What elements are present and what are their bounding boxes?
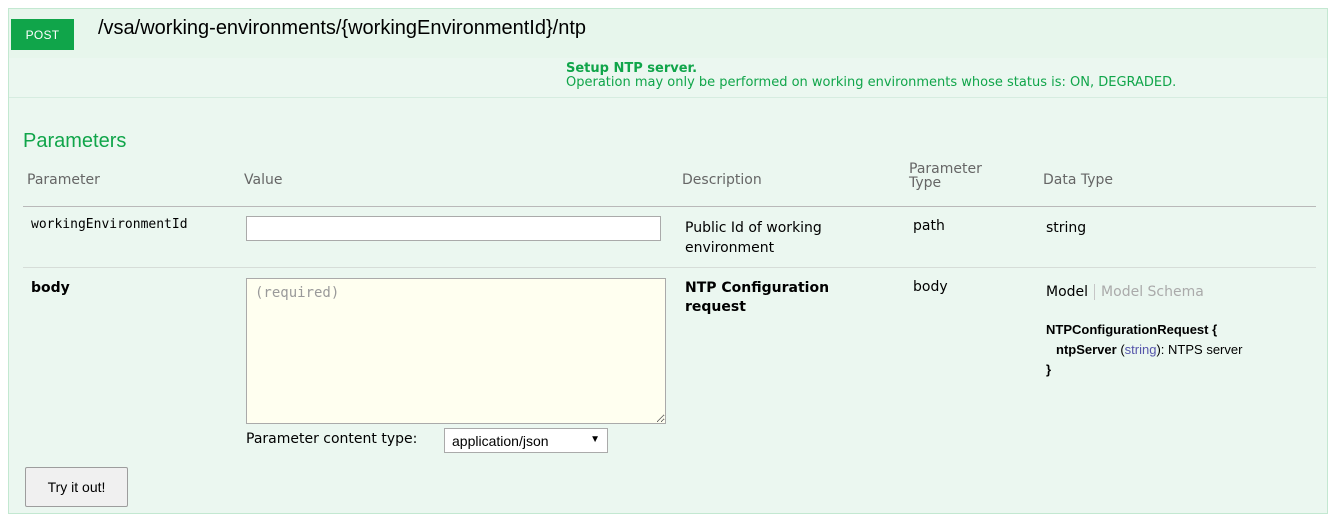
header-description: Description	[682, 172, 762, 188]
try-it-out-button[interactable]: Try it out!	[25, 467, 128, 507]
property-type-close: ):	[1156, 342, 1165, 357]
model-tabs: Model Model Schema	[1046, 284, 1204, 300]
header-data-type: Data Type	[1043, 172, 1114, 188]
body-description: NTP Configuration request	[685, 280, 830, 315]
model-signature: NTPConfigurationRequest { ntpServer (str…	[1046, 320, 1242, 380]
param-name-body: body	[31, 280, 70, 296]
header-parameter-type: Parameter Type	[909, 161, 982, 191]
header-value: Value	[244, 172, 283, 188]
parameters-heading: Parameters	[23, 130, 127, 152]
tab-model[interactable]: Model	[1046, 284, 1096, 300]
model-name: NTPConfigurationRequest	[1046, 322, 1209, 337]
param-data-type: string	[1046, 220, 1087, 236]
param-name-working-environment-id: workingEnvironmentId	[31, 217, 188, 232]
content-type-select[interactable]: application/json ▼	[444, 428, 608, 453]
model-property-name: ntpServer	[1056, 342, 1117, 357]
model-signature-head: NTPConfigurationRequest {	[1046, 320, 1242, 340]
body-textarea[interactable]	[246, 278, 666, 424]
model-close-brace: }	[1046, 362, 1052, 377]
content-type-value: application/json	[452, 432, 549, 449]
tab-model-schema[interactable]: Model Schema	[1095, 284, 1204, 300]
param-description: Public Id of working environment	[685, 220, 822, 256]
content-type-label: Parameter content type:	[246, 431, 418, 447]
header-parameter-type-text: Parameter Type	[909, 161, 982, 191]
summary-description: Operation may only be performed on worki…	[566, 75, 1177, 90]
header-parameter: Parameter	[27, 172, 100, 188]
operation-header[interactable]: POST /vsa/working-environments/{workingE…	[8, 8, 1328, 58]
model-property: ntpServer (string): NTPS server	[1046, 340, 1242, 360]
model-property-type: string	[1124, 342, 1157, 357]
body-param-type: body	[913, 279, 948, 295]
model-property-desc: NTPS server	[1168, 342, 1243, 357]
method-badge[interactable]: POST	[11, 19, 74, 50]
dropdown-arrow-icon: ▼	[590, 434, 600, 445]
operation-summary: Setup NTP server. Operation may only be …	[9, 58, 1327, 98]
param-type: path	[913, 218, 945, 234]
summary-title: Setup NTP server.	[566, 61, 698, 76]
header-divider	[23, 206, 1316, 207]
endpoint-path[interactable]: /vsa/working-environments/{workingEnviro…	[98, 17, 586, 40]
operation-content: Setup NTP server. Operation may only be …	[8, 58, 1328, 514]
row-divider	[23, 267, 1316, 268]
working-environment-id-input[interactable]	[246, 216, 661, 241]
model-open-brace: {	[1212, 322, 1218, 337]
